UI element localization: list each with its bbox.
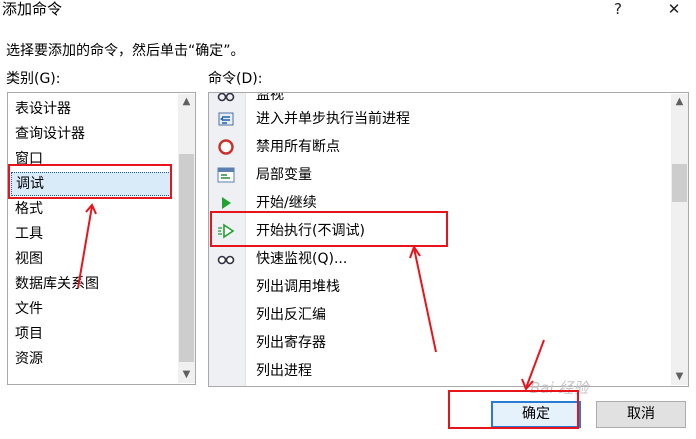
- arrow-to-debug: [77, 205, 93, 289]
- arrow-to-start-without-debugging: [413, 247, 437, 353]
- arrow-to-ok: [525, 339, 545, 389]
- annotation-arrows: [77, 203, 545, 391]
